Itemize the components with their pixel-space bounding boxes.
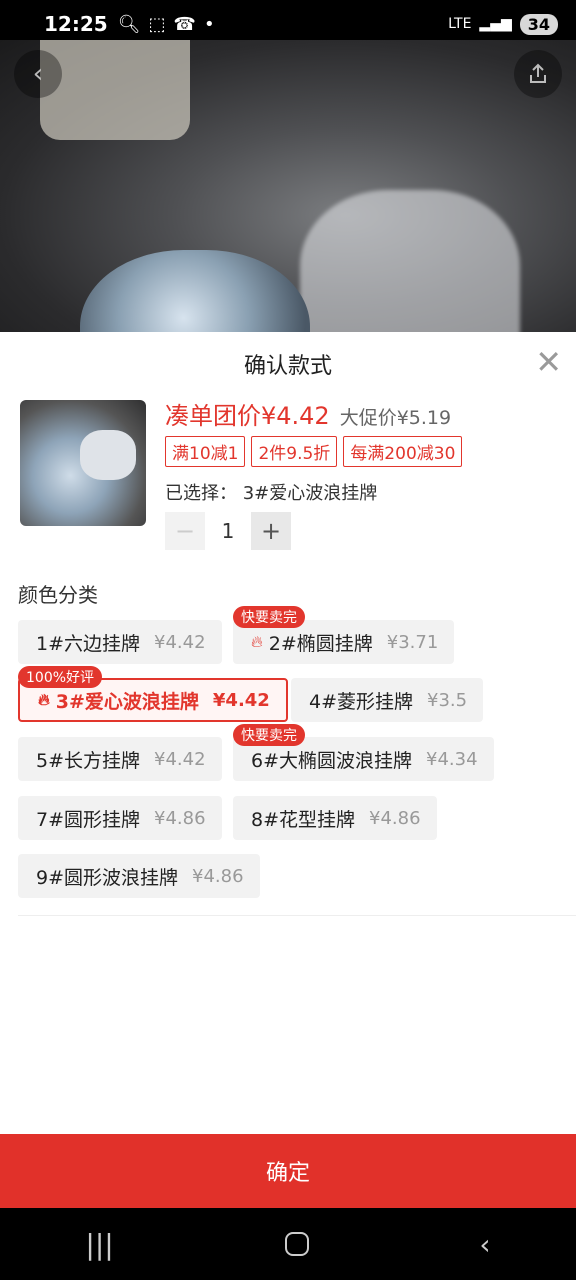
promo-price: 大促价¥5.19 bbox=[339, 407, 452, 429]
network-label: LTE bbox=[448, 16, 472, 32]
quantity-stepper: − 1 + bbox=[165, 512, 291, 550]
minus-icon: − bbox=[174, 517, 196, 545]
option-badge: 快要卖完 bbox=[233, 724, 305, 746]
decrease-button[interactable]: − bbox=[165, 512, 205, 550]
search-icon: 🔍︎ bbox=[117, 13, 141, 35]
selected-variant-text: 已选择： 3#爱心波浪挂牌 bbox=[165, 483, 378, 504]
photo-frame-decor bbox=[40, 40, 190, 140]
option-label: 1#六边挂牌 bbox=[36, 632, 141, 655]
option-label: 4#菱形挂牌 bbox=[309, 690, 414, 713]
whatsapp-icon: ☎︎ bbox=[173, 13, 196, 35]
option-price: ¥4.34 bbox=[426, 748, 478, 770]
option-9[interactable]: 9#圆形波浪挂牌 ¥4.86 bbox=[18, 854, 260, 898]
coupon-list: 满10减1 2件9.5折 每满200减30 bbox=[165, 436, 463, 467]
confirm-button[interactable]: 确定 bbox=[0, 1134, 576, 1208]
increase-button[interactable]: + bbox=[251, 512, 291, 550]
sheet-title: 确认款式 bbox=[243, 354, 332, 379]
signal-icon: ▂▄▆ bbox=[479, 16, 512, 32]
photo-heart-crystal bbox=[80, 250, 310, 332]
section-divider bbox=[18, 915, 576, 916]
back-button[interactable]: ‹ bbox=[14, 50, 62, 98]
recent-apps-icon[interactable]: ||| bbox=[85, 1228, 113, 1261]
section-label-color: 颜色分类 bbox=[18, 583, 98, 607]
option-5[interactable]: 5#长方挂牌 ¥4.42 bbox=[18, 737, 222, 781]
option-price: ¥4.86 bbox=[192, 865, 244, 887]
option-price: ¥4.86 bbox=[154, 807, 206, 829]
system-nav-bar: ||| ‹ bbox=[0, 1208, 576, 1280]
close-button[interactable]: ✕ bbox=[535, 346, 562, 378]
coupon-tag: 每满200减30 bbox=[343, 436, 463, 467]
scan-icon: ⬚ bbox=[148, 13, 166, 35]
option-price: ¥4.86 bbox=[369, 807, 421, 829]
option-label: 2#椭圆挂牌 bbox=[268, 632, 373, 655]
option-label: 3#爱心波浪挂牌 bbox=[55, 690, 199, 713]
flame-icon: 🔥︎ bbox=[251, 632, 263, 651]
status-notification-icons: 🔍︎ ⬚ ☎︎ • bbox=[118, 14, 215, 35]
status-right: LTE ▂▄▆ 34 bbox=[448, 13, 558, 35]
price-row: 凑单团价¥4.42 大促价¥5.19 bbox=[165, 396, 451, 431]
share-button[interactable] bbox=[514, 50, 562, 98]
product-photo: ‹ bbox=[0, 40, 576, 332]
option-badge: 100%好评 bbox=[18, 666, 103, 688]
sku-sheet: 确认款式 ✕ 凑单团价¥4.42 大促价¥5.19 满10减1 2件9.5折 每… bbox=[0, 332, 576, 1208]
option-label: 5#长方挂牌 bbox=[36, 749, 141, 772]
option-price: ¥3.71 bbox=[386, 631, 439, 653]
option-price: ¥3.5 bbox=[427, 689, 468, 711]
option-price: ¥4.42 bbox=[212, 689, 270, 711]
option-7[interactable]: 7#圆形挂牌 ¥4.86 bbox=[18, 796, 222, 840]
flame-icon: 🔥︎ bbox=[38, 690, 50, 709]
option-label: 6#大椭圆波浪挂牌 bbox=[251, 749, 413, 772]
option-badge: 快要卖完 bbox=[233, 606, 305, 628]
back-icon: ‹ bbox=[32, 59, 44, 89]
option-4[interactable]: 4#菱形挂牌 ¥3.5 bbox=[291, 678, 484, 722]
dot-icon: • bbox=[203, 13, 215, 35]
option-label: 8#花型挂牌 bbox=[251, 808, 356, 831]
thumbnail-heart bbox=[80, 430, 136, 480]
group-price: 凑单团价¥4.42 bbox=[165, 402, 330, 430]
share-icon bbox=[530, 63, 546, 83]
option-8[interactable]: 8#花型挂牌 ¥4.86 bbox=[233, 796, 437, 840]
option-price: ¥4.42 bbox=[154, 748, 206, 770]
status-time: 12:25 bbox=[44, 12, 108, 36]
option-price: ¥4.42 bbox=[154, 631, 206, 653]
photo-heart-white bbox=[300, 190, 520, 332]
option-label: 9#圆形波浪挂牌 bbox=[36, 866, 179, 889]
close-icon: ✕ bbox=[535, 343, 562, 381]
battery-badge: 34 bbox=[519, 13, 558, 35]
product-thumbnail[interactable] bbox=[20, 400, 146, 526]
quantity-value[interactable]: 1 bbox=[205, 519, 251, 543]
option-label: 7#圆形挂牌 bbox=[36, 808, 141, 831]
coupon-tag: 2件9.5折 bbox=[251, 436, 338, 467]
coupon-tag: 满10减1 bbox=[165, 436, 246, 467]
home-icon[interactable] bbox=[284, 1232, 309, 1256]
option-1[interactable]: 1#六边挂牌 ¥4.42 bbox=[18, 620, 222, 664]
plus-icon: + bbox=[260, 517, 282, 545]
nav-back-icon[interactable]: ‹ bbox=[479, 1228, 490, 1261]
